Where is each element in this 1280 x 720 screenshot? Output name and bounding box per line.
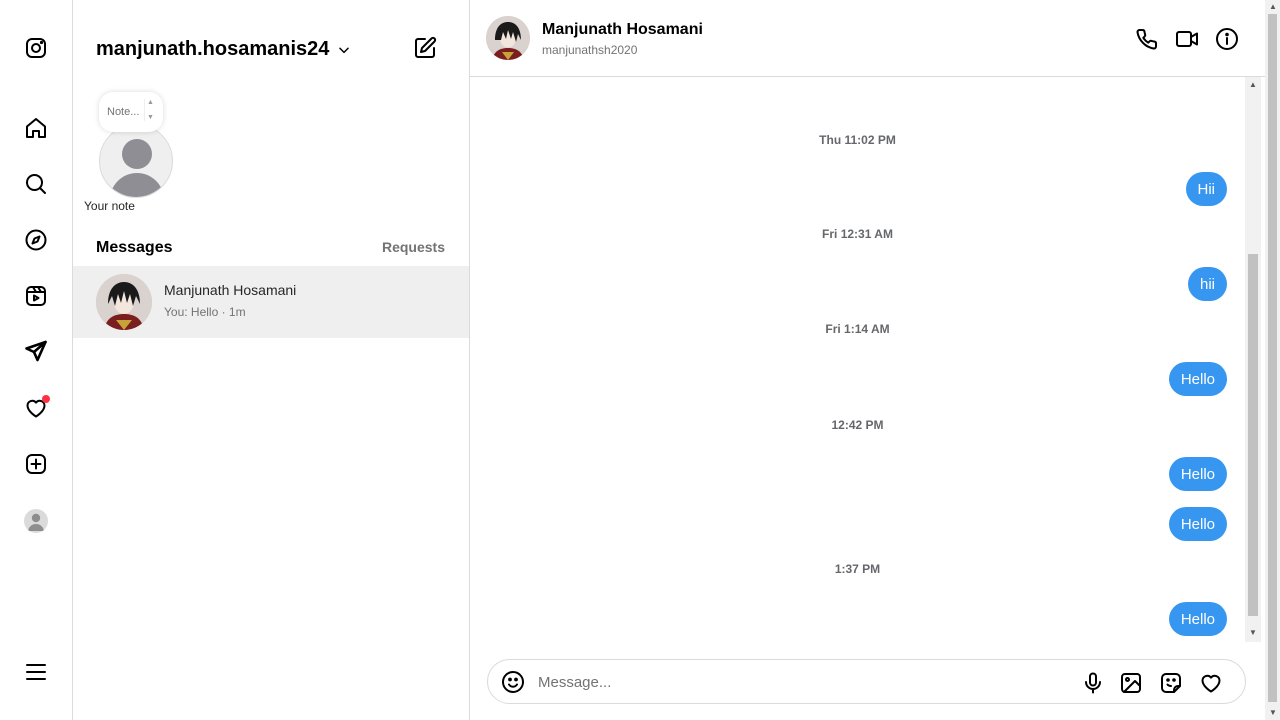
sent-message-bubble[interactable]: Hello <box>1168 457 1227 491</box>
note-input[interactable]: Note... ▲ ▼ <box>99 92 163 132</box>
account-name: manjunath.hosamanis24 <box>96 38 330 60</box>
messages-heading: Messages <box>96 239 173 256</box>
sticker-icon[interactable] <box>1158 670 1184 696</box>
emoji-icon[interactable] <box>501 670 527 696</box>
scroll-up-arrow-icon[interactable]: ▲ <box>1249 80 1257 89</box>
home-icon[interactable] <box>22 114 50 142</box>
page-scroll-down-icon[interactable]: ▼ <box>1269 708 1277 717</box>
reels-icon[interactable] <box>22 282 50 310</box>
info-icon[interactable] <box>1214 26 1240 52</box>
chat-contact-username: manjunathsh2020 <box>542 43 638 57</box>
account-switcher[interactable]: manjunath.hosamanis24 <box>96 38 351 61</box>
message-input[interactable] <box>538 668 1068 696</box>
sent-message-bubble[interactable]: Hii <box>1185 172 1227 206</box>
page-scroll-up-icon[interactable]: ▲ <box>1269 2 1277 11</box>
scroll-down-arrow-icon[interactable]: ▼ <box>1249 628 1257 637</box>
thread-scroll-thumb[interactable] <box>1248 254 1258 616</box>
nav-rail <box>0 0 73 720</box>
search-icon[interactable] <box>22 170 50 198</box>
message-composer <box>487 659 1246 704</box>
conversation-name: Manjunath Hosamani <box>164 282 297 298</box>
profile-avatar-icon[interactable] <box>24 509 48 533</box>
page-scroll-thumb[interactable] <box>1268 14 1277 702</box>
chat-header: Manjunath Hosamani manjunathsh2020 <box>470 0 1265 77</box>
photo-gallery-icon[interactable] <box>1118 670 1144 696</box>
note-spinner[interactable]: ▲ ▼ <box>144 99 156 121</box>
page-scrollbar[interactable]: ▲ ▼ <box>1265 0 1280 720</box>
notification-dot <box>42 395 50 403</box>
sent-message-bubble[interactable]: Hello <box>1168 507 1227 541</box>
sent-message-bubble[interactable]: hii <box>1187 267 1227 301</box>
microphone-icon[interactable] <box>1080 670 1106 696</box>
chat-avatar[interactable] <box>486 16 530 60</box>
create-plus-icon[interactable] <box>22 450 50 478</box>
video-call-icon[interactable] <box>1174 26 1200 52</box>
timestamp: Thu 11:02 PM <box>819 133 896 147</box>
requests-link[interactable]: Requests <box>382 239 445 255</box>
chevron-down-icon <box>339 47 350 53</box>
instagram-logo-icon[interactable] <box>22 34 50 62</box>
conversation-list-panel: manjunath.hosamanis24 Note... ▲ ▼ Your no… <box>73 0 470 720</box>
timestamp: Fri 1:14 AM <box>825 322 890 336</box>
chat-contact-name[interactable]: Manjunath Hosamani <box>542 21 703 39</box>
thread-scrollbar[interactable]: ▲ ▼ <box>1245 77 1261 642</box>
spinner-up-icon: ▲ <box>147 99 154 106</box>
timestamp: 12:42 PM <box>831 418 884 432</box>
sent-message-bubble[interactable]: Hello <box>1168 362 1227 396</box>
note-placeholder: Note... <box>107 106 140 118</box>
chat-panel: Manjunath Hosamani manjunathsh2020 Thu 1… <box>470 0 1265 720</box>
sent-message-bubble[interactable]: Hello <box>1168 602 1227 636</box>
conversation-item[interactable]: Manjunath Hosamani You: Hello · 1m <box>73 266 469 338</box>
conversation-avatar <box>96 274 152 330</box>
message-thread: Thu 11:02 PM Hii Fri 12:31 AM hii Fri 1:… <box>470 77 1245 642</box>
explore-compass-icon[interactable] <box>22 226 50 254</box>
notifications-heart-icon[interactable] <box>22 394 50 422</box>
timestamp: Fri 12:31 AM <box>822 227 893 241</box>
new-message-icon[interactable] <box>413 36 439 62</box>
phone-call-icon[interactable] <box>1134 26 1160 52</box>
note-avatar[interactable] <box>99 124 173 198</box>
timestamp: 1:37 PM <box>834 562 881 576</box>
messages-direct-icon[interactable] <box>22 337 50 365</box>
more-menu-icon[interactable] <box>22 658 50 686</box>
like-heart-icon[interactable] <box>1198 670 1224 696</box>
note-label: Your note <box>84 199 135 213</box>
conversation-preview: You: Hello · 1m <box>164 305 246 319</box>
spinner-down-icon: ▼ <box>147 114 154 121</box>
